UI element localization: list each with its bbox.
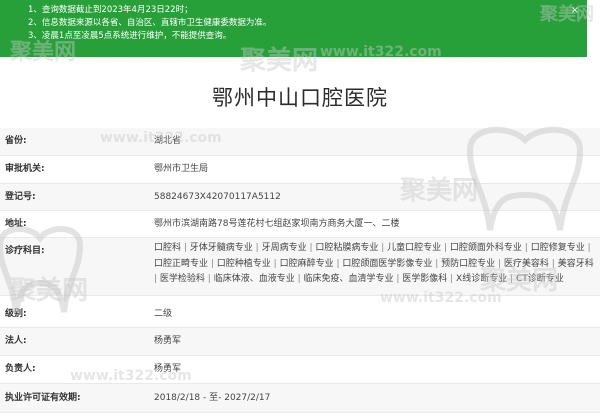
major-separator: | (208, 258, 217, 269)
row-authority: 审批机关: 鄂州市卫生局 (0, 156, 600, 184)
major-item: 口腔种植专业 (216, 258, 271, 269)
major-item: 口腔麻醉专业 (279, 258, 334, 269)
major-separator: | (204, 274, 214, 284)
major-separator: | (521, 243, 531, 253)
major-separator: | (270, 258, 280, 269)
row-address: 地址: 鄂州市滨湖南路78号莲花村七组赵家坝南方商务大厦一、二楼 (0, 211, 600, 238)
row-value: 杨勇军 (154, 336, 182, 346)
row-label: 执业许可证有效期: (5, 393, 81, 403)
row-province: 省份: 湖北省 (0, 128, 600, 156)
major-item: 口腔粘膜病专业 (315, 243, 379, 253)
major-separator: | (432, 258, 442, 269)
major-item: CT诊断专业 (515, 274, 564, 284)
row-value: 2018/2/18 - 至- 2027/2/17 (154, 393, 271, 403)
major-item: 临床免疫、血清学专业 (303, 274, 394, 284)
row-majors: 诊疗科目: 口腔科 | 牙体牙髓病专业 | 牙周病专业 | 口腔粘膜病专业 | … (0, 238, 600, 296)
major-item: 医学影像科 (402, 274, 448, 284)
notice-line-2: 2、信息数据来源以各省、自治区、直辖市卫生健康委数据为准。 (28, 18, 272, 28)
major-separator: | (584, 243, 591, 253)
row-label: 诊疗科目: (5, 246, 45, 256)
page-title: 鄂州中山口腔医院 (212, 86, 388, 110)
notice-line-1: 1、查询数据截止到2023年4月23日22时； (28, 5, 193, 15)
major-separator: | (495, 258, 504, 269)
major-item: 牙周病专业 (261, 243, 307, 253)
row-value: 鄂州市卫生局 (154, 164, 209, 174)
major-separator: | (447, 274, 457, 284)
close-icon[interactable]: × (571, 4, 579, 17)
row-label: 级别: (5, 309, 27, 319)
major-separator: | (548, 258, 558, 269)
row-value: 杨勇军 (154, 364, 182, 374)
row-value: 二级 (154, 309, 173, 319)
major-separator: | (181, 243, 190, 253)
major-item: 儿童口腔专业 (387, 243, 442, 253)
row-label: 省份: (5, 136, 27, 146)
major-separator: | (393, 274, 403, 284)
major-item: 口腔修复专业 (530, 243, 585, 253)
major-item: 口腔颌面外科专业 (449, 243, 522, 253)
row-responsible: 负责人: 杨勇军 (0, 356, 600, 384)
major-item: 口腔科 (154, 243, 182, 253)
row-label: 地址: (5, 219, 27, 229)
row-label: 登记号: (5, 192, 36, 202)
major-separator: | (252, 243, 262, 253)
row-license-validity: 执业许可证有效期: 2018/2/18 - 至- 2027/2/17 (0, 384, 600, 413)
major-separator: | (507, 274, 516, 284)
major-item: 临床体液、血液专业 (213, 274, 295, 284)
row-label: 法人: (5, 336, 27, 346)
major-item: 医学检验科 (159, 274, 205, 284)
row-level: 级别: 二级 (0, 301, 600, 328)
major-item: 牙体牙髓病专业 (189, 243, 253, 253)
major-item: 口腔颌面医学影像专业 (342, 258, 433, 269)
row-registration: 登记号: 58824673X42070117A5112 (0, 184, 600, 211)
major-item: X线诊断专业 (456, 274, 508, 284)
notice-banner: 1、查询数据截止到2023年4月23日22时； 2、信息数据来源以各省、自治区、… (0, 0, 587, 57)
major-separator: | (378, 243, 388, 253)
row-value: 湖北省 (154, 136, 182, 146)
major-item: 口腔正畸专业 (154, 258, 209, 269)
major-item: 医疗美容科 (503, 258, 549, 269)
major-item: 美容牙科 (557, 258, 594, 269)
major-separator: | (441, 243, 450, 253)
major-item: 预防口腔专业 (441, 258, 496, 269)
row-label: 负责人: (5, 364, 36, 374)
hospital-info-table: 省份: 湖北省 审批机关: 鄂州市卫生局 登记号: 58824673X42070… (0, 128, 600, 413)
notice-line-3: 3、凌晨1点至凌晨5点系统进行维护，不能提供查询。 (28, 31, 232, 41)
row-legal-person: 法人: 杨勇军 (0, 328, 600, 356)
row-value: 鄂州市滨湖南路78号莲花村七组赵家坝南方商务大厦一、二楼 (154, 219, 400, 229)
row-label: 审批机关: (5, 164, 45, 174)
row-value: 58824673X42070117A5112 (154, 192, 281, 202)
majors-list: 口腔科 | 牙体牙髓病专业 | 牙周病专业 | 口腔粘膜病专业 | 儿童口腔专业… (154, 241, 594, 288)
